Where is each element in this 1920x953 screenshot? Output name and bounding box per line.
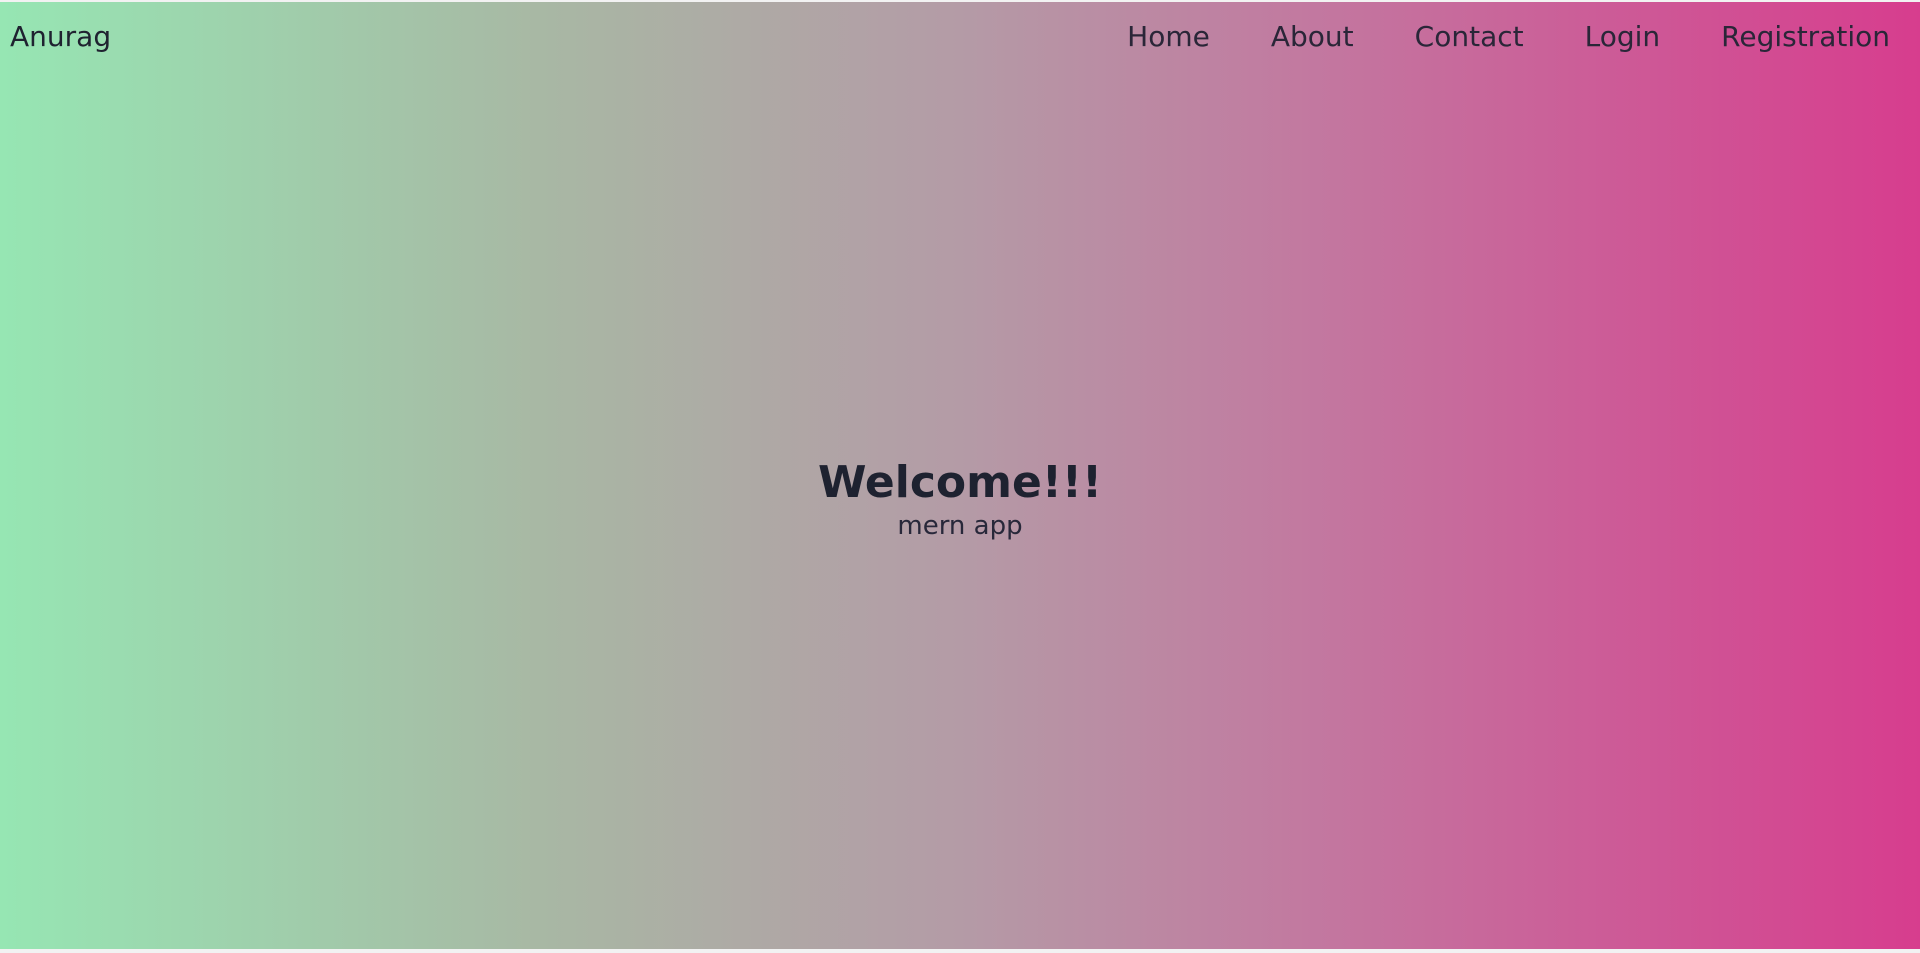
nav-link-home[interactable]: Home xyxy=(1127,20,1210,53)
nav-links: Home About Contact Login Registration xyxy=(1127,20,1890,54)
nav-item-login: Login xyxy=(1585,20,1661,54)
nav-link-registration[interactable]: Registration xyxy=(1721,20,1890,53)
hero-section: Welcome!!! mern app xyxy=(0,457,1920,543)
page-background: Anurag Home About Contact Login Registra… xyxy=(0,2,1920,949)
nav-item-contact: Contact xyxy=(1415,20,1524,54)
nav-link-contact[interactable]: Contact xyxy=(1415,20,1524,53)
nav-link-about[interactable]: About xyxy=(1271,20,1354,53)
navbar: Anurag Home About Contact Login Registra… xyxy=(0,2,1920,72)
nav-item-home: Home xyxy=(1127,20,1210,54)
brand-link[interactable]: Anurag xyxy=(10,20,111,54)
nav-item-registration: Registration xyxy=(1721,20,1890,54)
nav-item-about: About xyxy=(1271,20,1354,54)
hero-subtitle: mern app xyxy=(897,511,1023,541)
hero-title: Welcome!!! xyxy=(817,457,1103,508)
nav-link-login[interactable]: Login xyxy=(1585,20,1661,53)
